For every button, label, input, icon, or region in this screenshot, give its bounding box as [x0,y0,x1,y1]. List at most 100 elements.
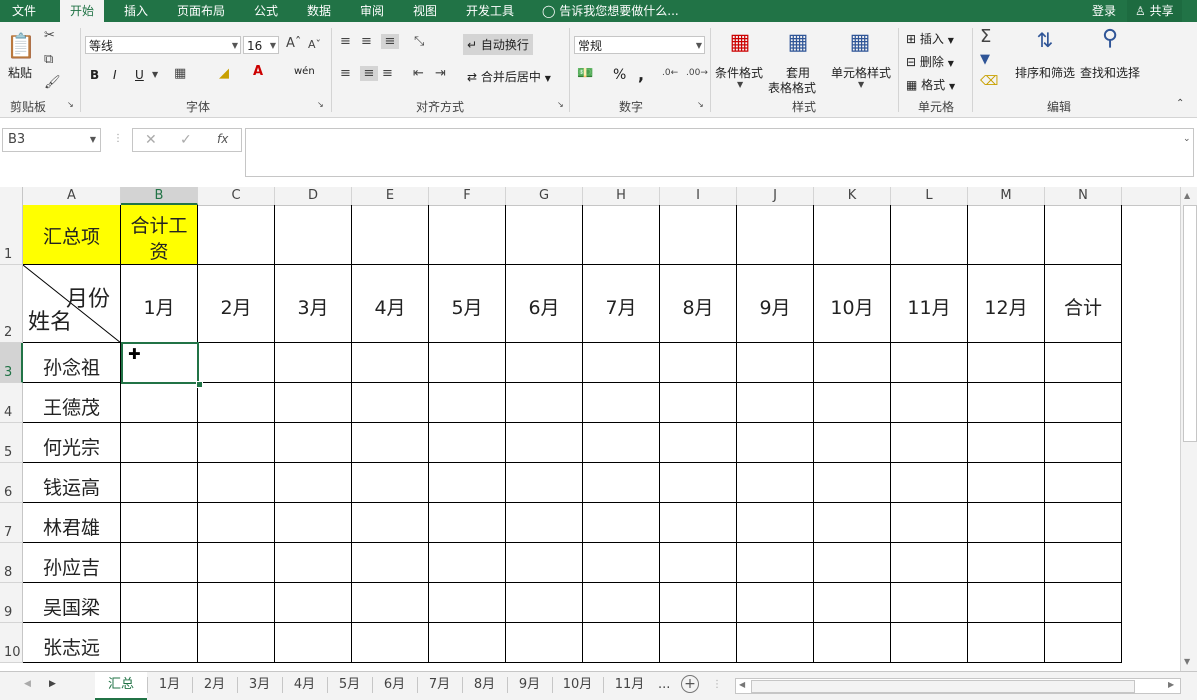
number-launcher-icon[interactable]: ↘ [697,100,704,109]
table-cell[interactable] [275,503,352,543]
month-header-cell[interactable]: 11月 [891,265,968,343]
decrease-font-icon[interactable]: Aˇ [308,38,321,51]
table-cell[interactable] [429,623,506,663]
menu-home[interactable]: 开始 [60,0,105,22]
cut-icon[interactable]: ✂ [44,28,55,43]
table-cell[interactable] [506,463,583,503]
formula-input[interactable] [245,128,1194,177]
table-cell[interactable] [814,423,891,463]
sort-filter-button[interactable]: 排序和筛选 [1015,64,1075,81]
employee-name-cell[interactable]: 孙应吉 [23,543,121,583]
table-cell[interactable] [968,583,1045,623]
table-cell[interactable] [814,463,891,503]
fill-handle[interactable] [196,381,203,388]
clipboard-launcher-icon[interactable]: ↘ [67,100,74,109]
employee-name-cell[interactable]: 钱运高 [23,463,121,503]
decrease-decimal-icon[interactable]: .00→ [686,68,708,78]
name-box[interactable]: B3 ▼ [2,128,101,152]
row-header[interactable]: 9 [0,583,23,623]
table-cell[interactable] [660,383,737,423]
table-cell[interactable] [891,623,968,663]
table-cell[interactable] [506,205,583,265]
table-cell[interactable] [506,623,583,663]
fill-color-icon[interactable]: ◢ [219,66,229,81]
table-cell[interactable] [891,343,968,383]
employee-name-cell[interactable]: 王德茂 [23,383,121,423]
table-cell[interactable] [814,383,891,423]
table-cell[interactable] [1045,583,1122,623]
row-header[interactable]: 7 [0,503,23,543]
sheet-tab[interactable]: 7月 [417,672,462,698]
column-header[interactable]: G [506,187,583,205]
table-cell[interactable] [968,503,1045,543]
sheet-tab[interactable]: 汇总 [95,672,147,700]
table-cell[interactable] [814,205,891,265]
table-cell[interactable] [583,623,660,663]
currency-icon[interactable]: 💵 [577,66,593,81]
table-cell[interactable] [660,543,737,583]
table-cell[interactable] [968,343,1045,383]
scroll-down-icon[interactable]: ▼ [1184,657,1190,666]
align-top-icon[interactable]: ≡ [340,34,351,49]
add-sheet-icon[interactable]: + [681,675,699,693]
table-cell[interactable] [1045,343,1122,383]
percent-button[interactable]: % [613,67,626,83]
table-cell[interactable] [1045,503,1122,543]
table-cell[interactable] [583,423,660,463]
summary-header-cell[interactable]: 汇总项 [23,205,121,265]
column-header[interactable]: A [23,187,121,205]
merge-center-button[interactable]: ⇄ 合并后居中 ▼ [467,68,551,85]
table-cell[interactable] [583,343,660,383]
horizontal-scrollbar[interactable]: ◀ ▶ [735,678,1181,694]
table-cell[interactable] [198,383,275,423]
conditional-format-icon[interactable]: ▦ [725,30,755,60]
table-cell[interactable] [737,503,814,543]
insert-cells-button[interactable]: ⊞ 插入 ▼ [906,30,954,47]
table-cell[interactable] [352,205,429,265]
table-cell[interactable] [198,623,275,663]
table-cell[interactable] [198,583,275,623]
table-cell[interactable] [506,503,583,543]
row-header[interactable]: 1 [0,205,23,265]
table-cell[interactable] [506,423,583,463]
fill-icon[interactable]: ▼ [980,52,990,67]
table-cell[interactable] [429,423,506,463]
table-cell[interactable] [660,423,737,463]
cancel-icon[interactable]: ✕ [145,132,157,148]
chevron-down-icon[interactable]: ▼ [152,70,158,79]
month-header-cell[interactable]: 4月 [352,265,429,343]
table-cell[interactable] [737,383,814,423]
sheet-tab[interactable]: 3月 [237,672,282,698]
wrap-text-button[interactable]: ↵ 自动换行 [463,34,533,55]
sheet-tab[interactable]: 6月 [372,672,417,698]
format-painter-icon[interactable]: 🖌 [44,75,61,90]
table-cell[interactable] [660,205,737,265]
font-name-combo[interactable]: 等线 ▼ [85,36,241,54]
paste-button[interactable]: 粘贴 [8,64,32,81]
increase-indent-icon[interactable]: ⇥ [435,66,446,81]
table-cell[interactable] [891,463,968,503]
comma-button[interactable]: , [638,65,644,84]
find-select-button[interactable]: 查找和选择 [1080,64,1140,81]
scroll-left-icon[interactable]: ◀ [739,680,745,689]
paste-icon[interactable]: 📋 [6,32,36,62]
menu-insert[interactable]: 插入 [124,0,148,22]
copy-icon[interactable]: ⧉ [44,52,53,67]
table-cell[interactable] [737,463,814,503]
table-cell[interactable] [275,383,352,423]
employee-name-cell[interactable]: 林君雄 [23,503,121,543]
row-header[interactable]: 6 [0,463,23,503]
format-table-icon[interactable]: ▦ [783,30,813,60]
table-cell[interactable] [814,543,891,583]
italic-button[interactable]: I [113,68,117,82]
column-header[interactable]: I [660,187,737,205]
table-cell[interactable] [814,583,891,623]
table-cell[interactable] [891,503,968,543]
table-cell[interactable] [275,583,352,623]
table-cell[interactable] [968,383,1045,423]
table-cell[interactable] [737,543,814,583]
column-header[interactable]: J [737,187,814,205]
table-cell[interactable] [429,583,506,623]
sheet-tab[interactable]: 9月 [507,672,552,698]
align-center-icon[interactable]: ≡ [360,66,378,81]
